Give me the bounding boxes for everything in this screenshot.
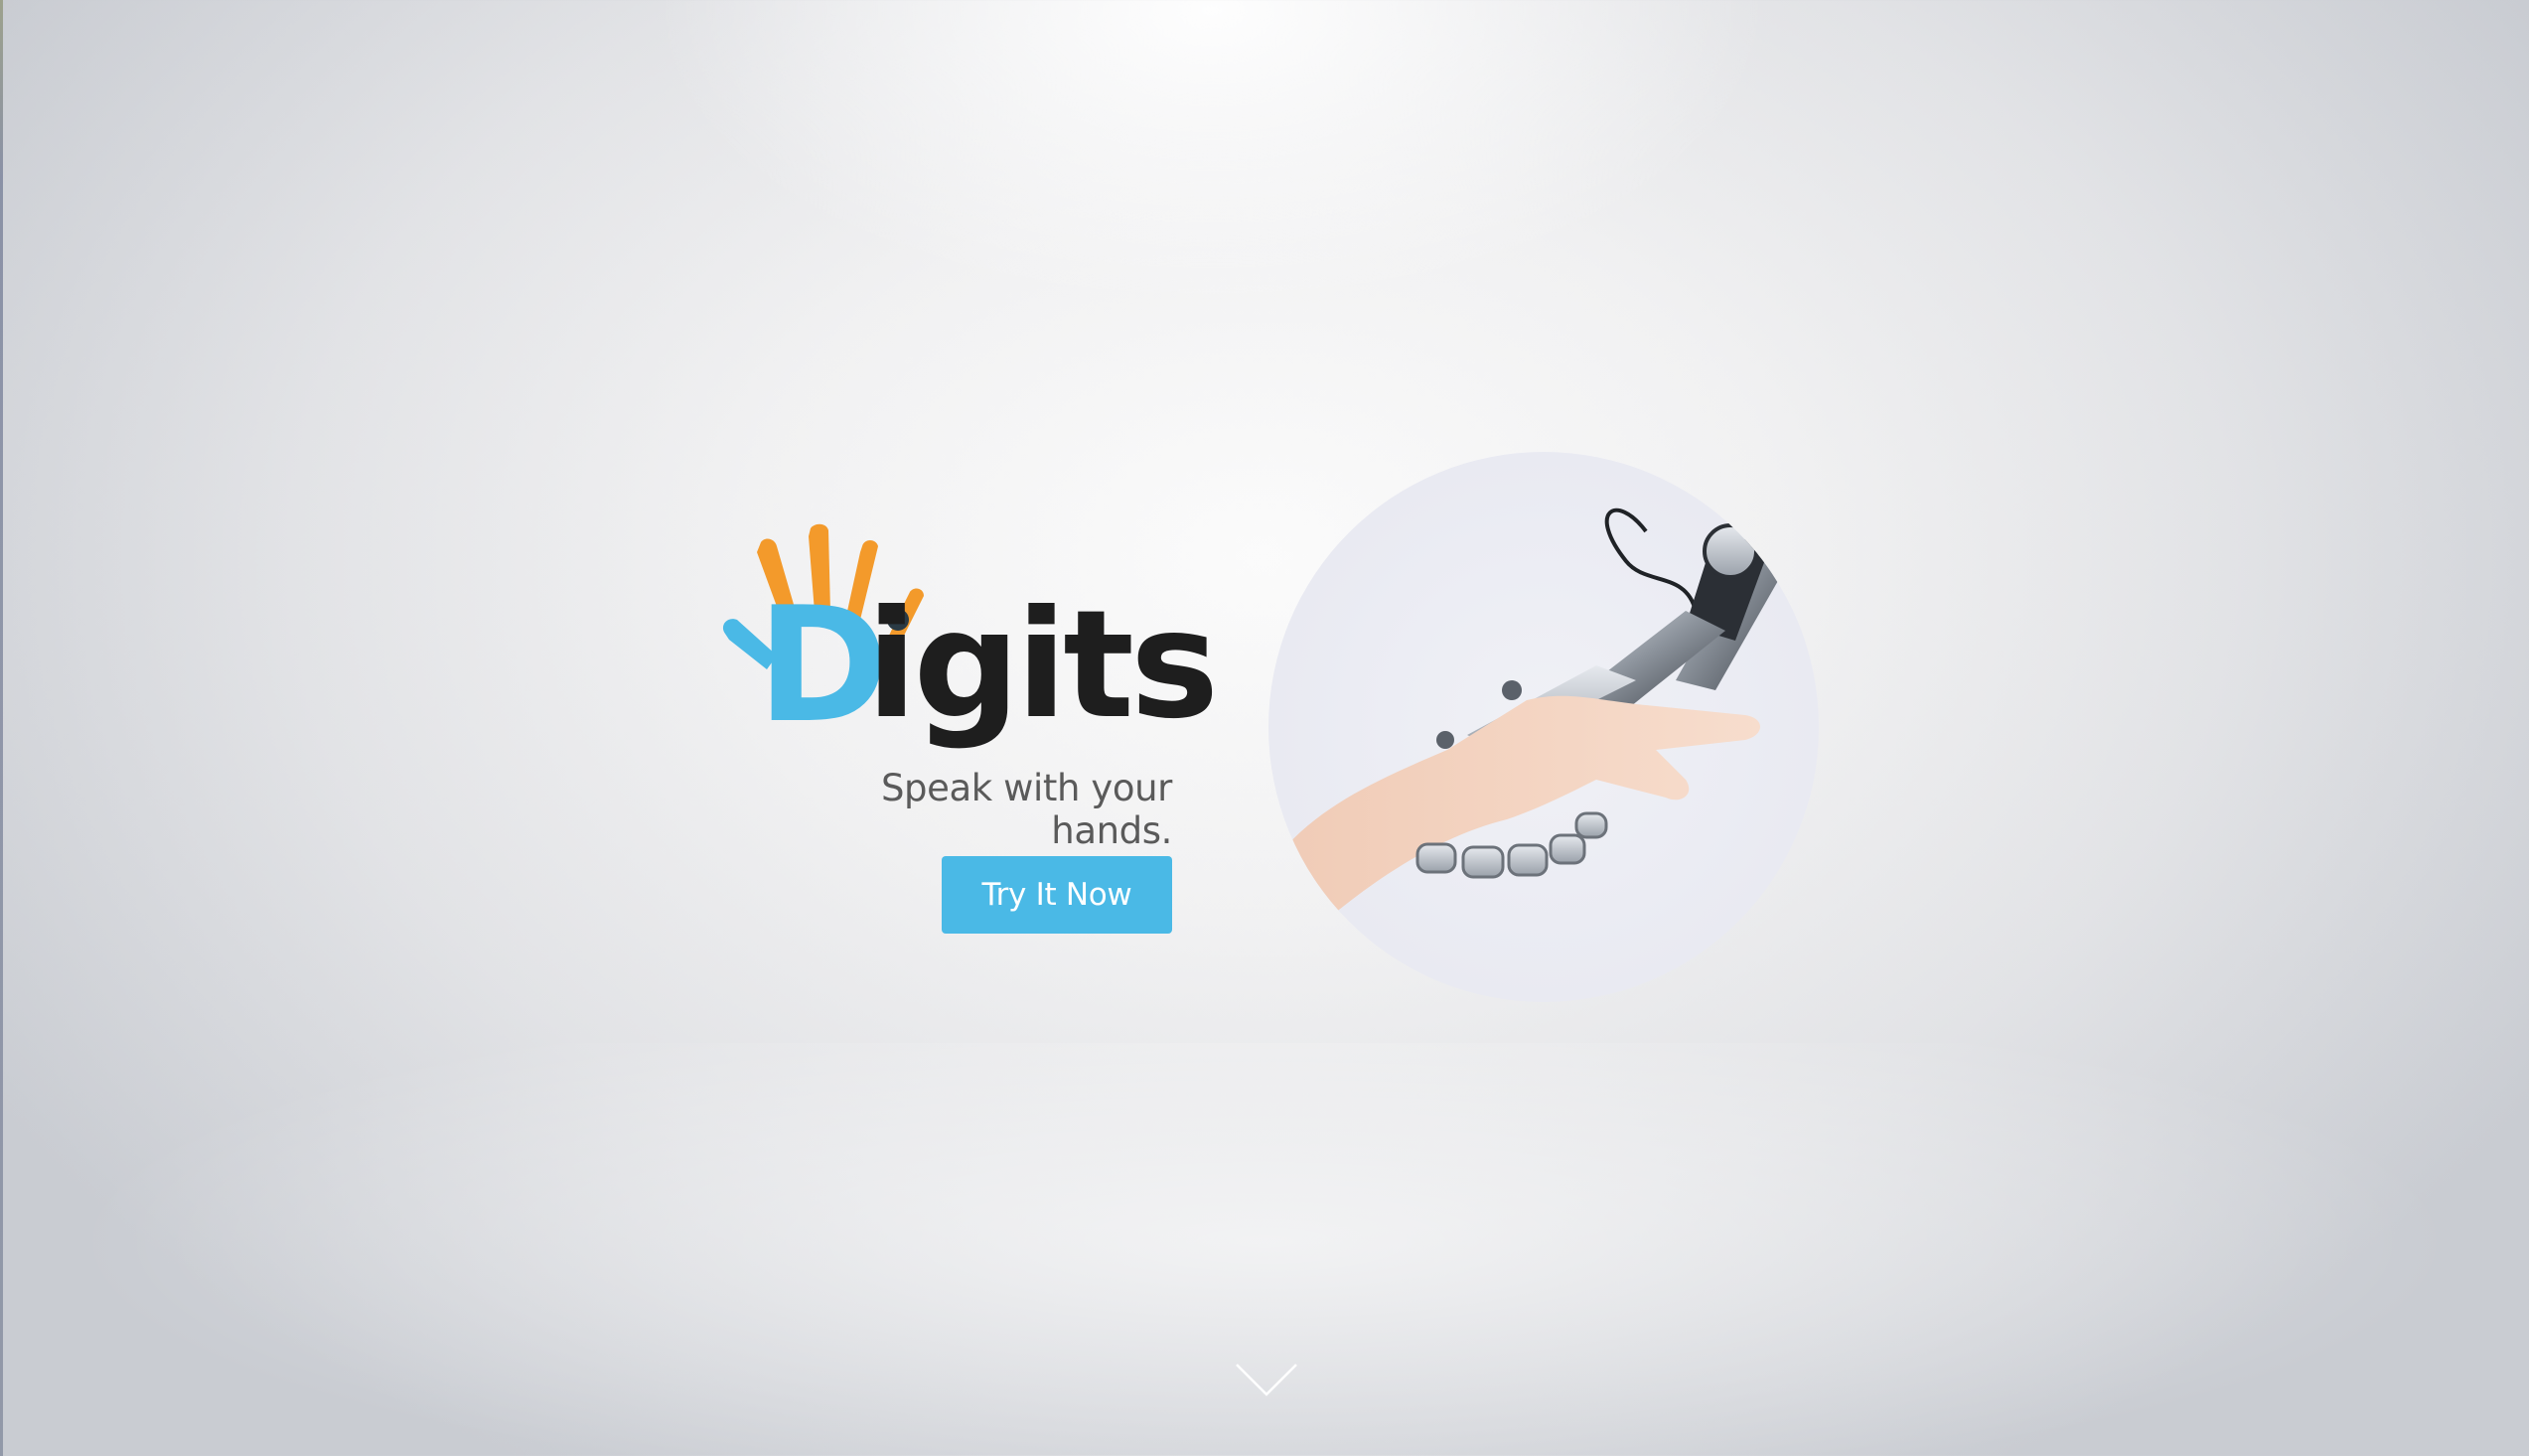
scroll-down-chevron-icon[interactable] [1234,1361,1299,1400]
handshake-illustration [1268,508,1795,929]
digits-logo: D igits [715,516,1219,775]
digits-wordmark: D igits [715,516,1219,775]
logo-letters-igits: igits [866,579,1219,752]
window-edge [0,0,3,1456]
try-it-now-button[interactable]: Try It Now [942,856,1172,934]
hero-handshake-image [1268,452,1819,1002]
tagline: Speak with your hands. [880,767,1172,852]
